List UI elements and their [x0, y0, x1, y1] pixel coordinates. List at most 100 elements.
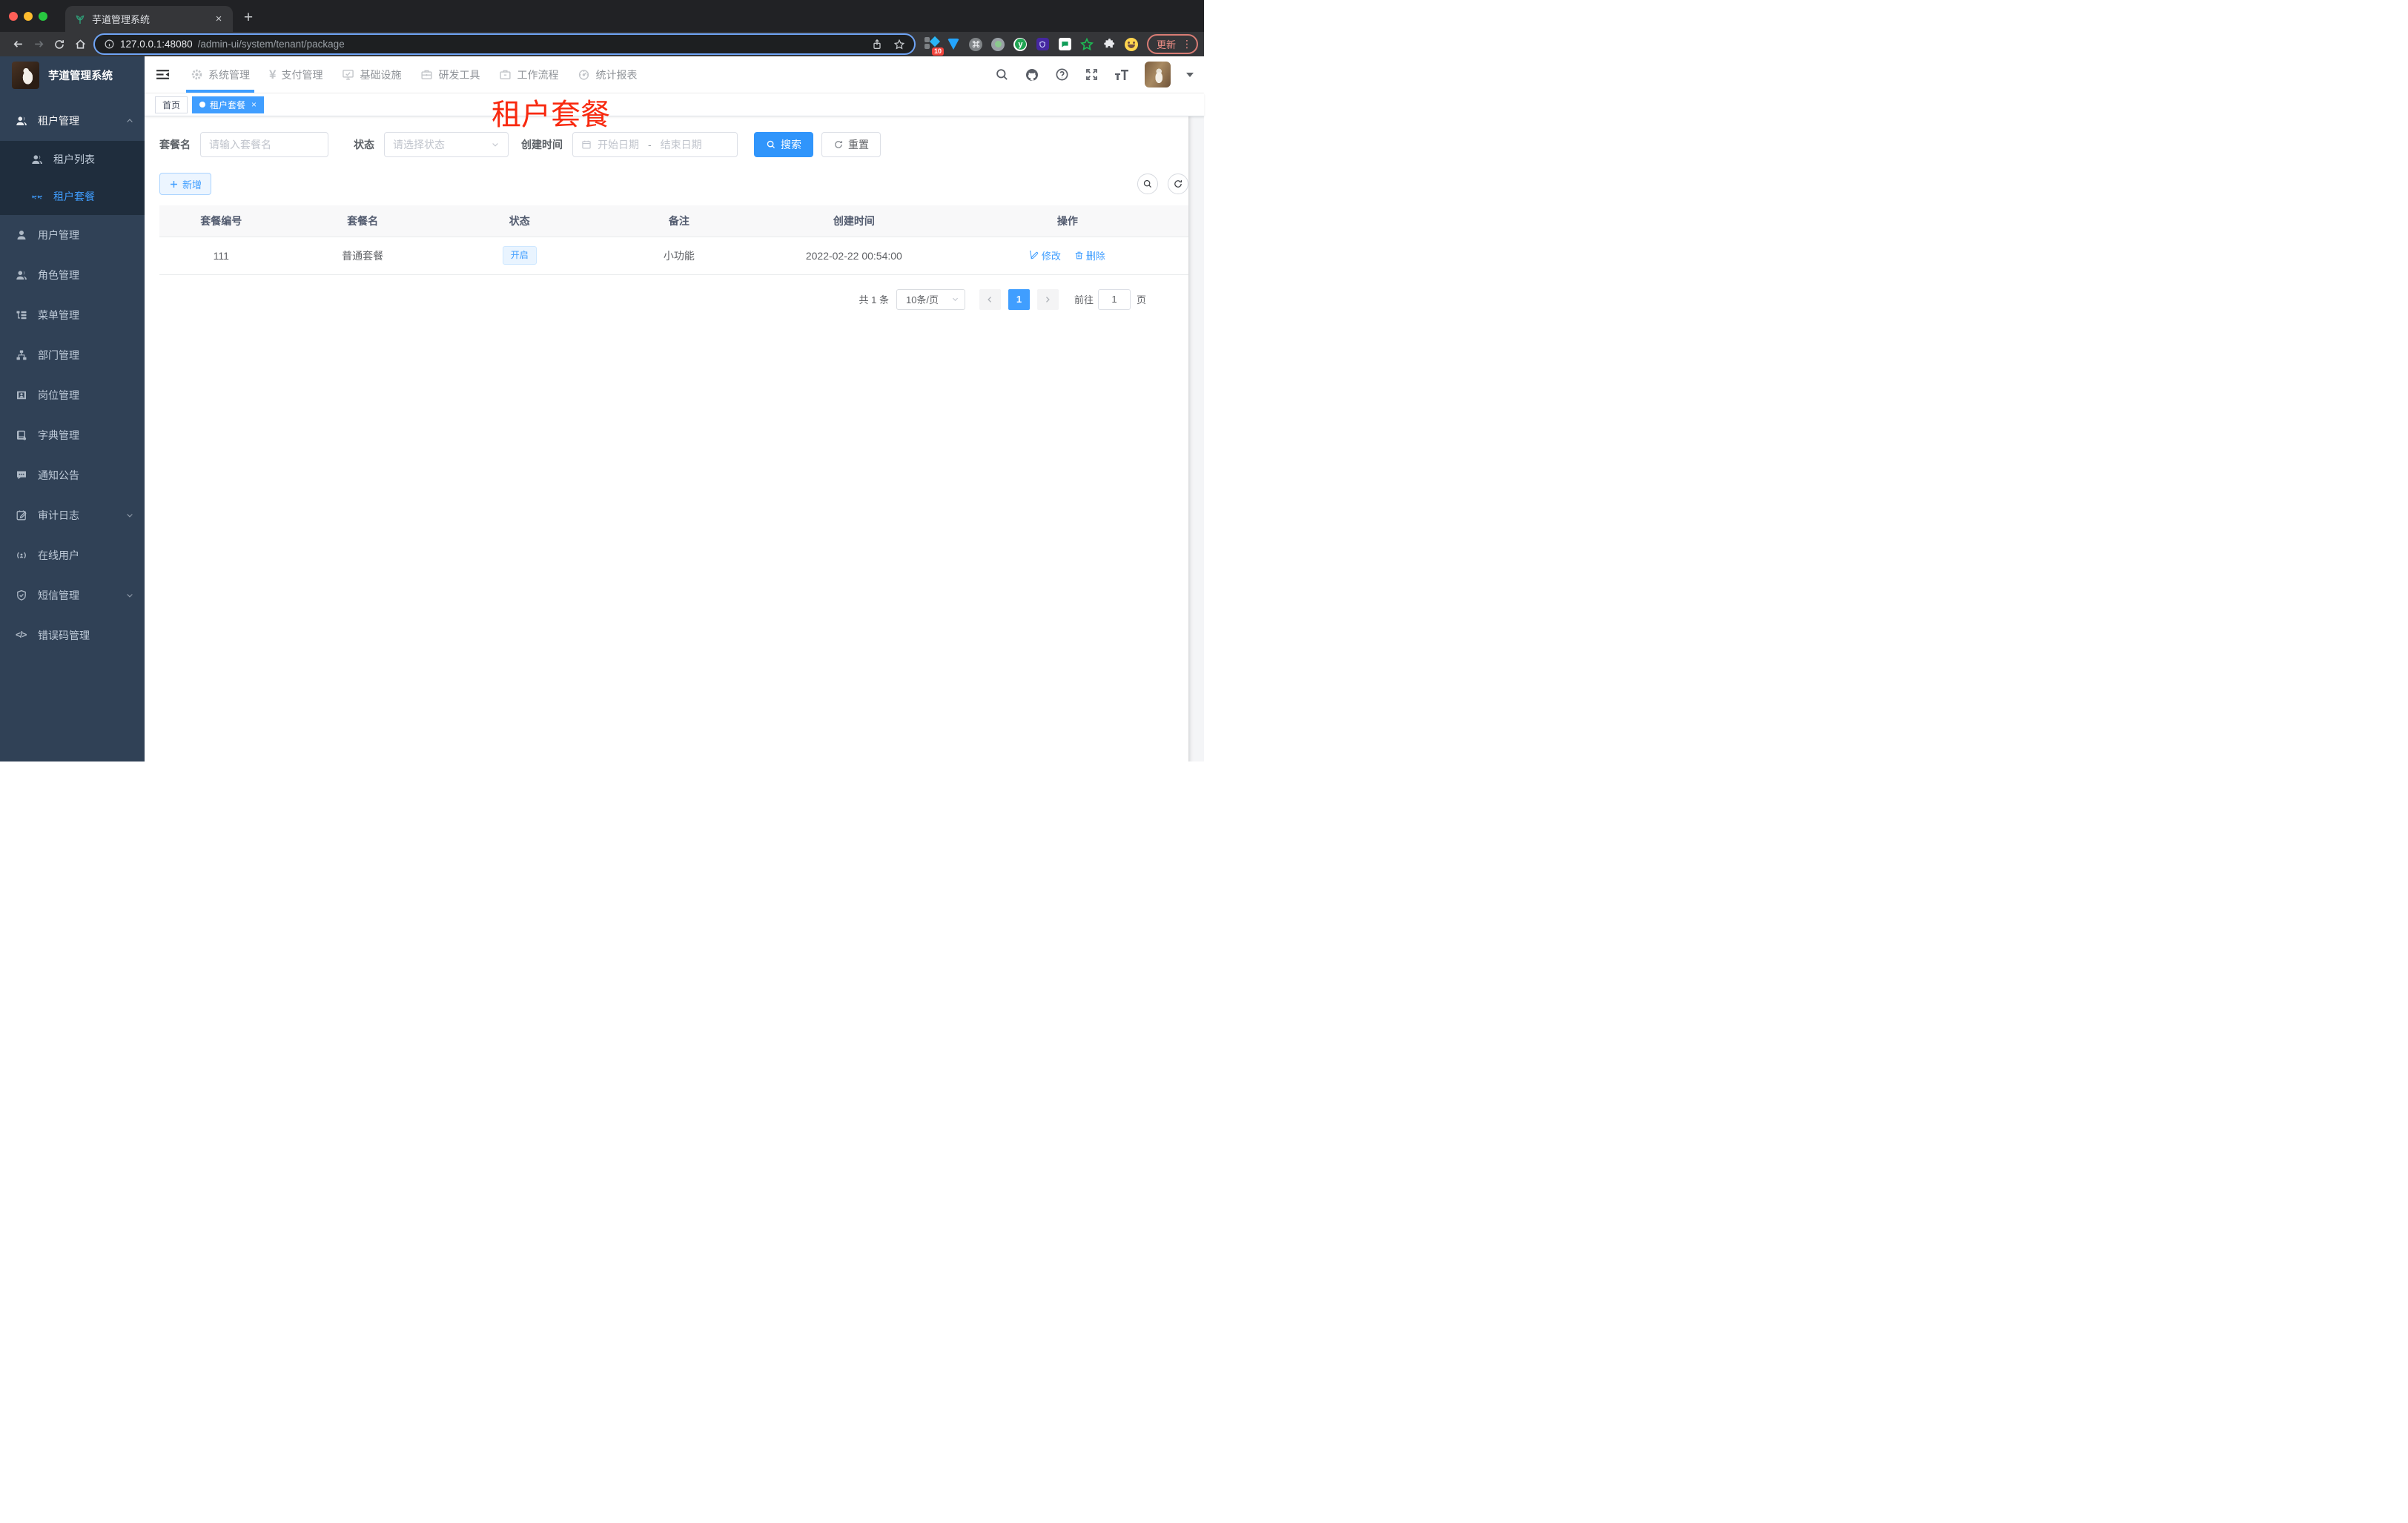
more-vert-icon[interactable]: ⋮	[1182, 38, 1192, 50]
extension-emoji-icon[interactable]	[1125, 37, 1139, 51]
page-number-1[interactable]: 1	[1008, 288, 1030, 310]
sidebar-item-tenant-management[interactable]: 租户管理	[0, 101, 145, 141]
prev-page-button[interactable]	[979, 288, 1001, 310]
dashboard-icon	[578, 68, 590, 81]
font-size-icon[interactable]	[1114, 68, 1129, 82]
browser-update-button[interactable]: 更新 ⋮	[1146, 34, 1198, 54]
delete-label: 删除	[1085, 251, 1105, 262]
sidebar-item-dict-management[interactable]: 字典管理	[0, 415, 145, 455]
top-nav-workflow[interactable]: 工作流程	[489, 56, 568, 93]
close-window-button[interactable]	[9, 11, 18, 21]
extension-shield-drop-icon[interactable]	[947, 37, 961, 51]
edit-link[interactable]: 修改	[1029, 248, 1061, 262]
refresh-icon	[1174, 180, 1182, 188]
reload-button[interactable]	[49, 34, 70, 55]
page-size-select[interactable]: 10条/页	[896, 288, 965, 310]
tab-title: 芋道管理系统	[92, 14, 150, 25]
search-button[interactable]: 搜索	[754, 132, 813, 157]
extension-green-chat-icon[interactable]	[1058, 37, 1072, 51]
extensions-puzzle-icon[interactable]	[1102, 37, 1117, 51]
sidebar-item-online-users[interactable]: 在线用户	[0, 535, 145, 575]
top-nav-statistics-report[interactable]: 统计报表	[568, 56, 646, 93]
goto-page-input[interactable]	[1097, 288, 1131, 310]
tag-tenant-package[interactable]: 租户套餐 ×	[192, 96, 265, 113]
goto-label: 前往	[1074, 294, 1094, 305]
top-nav-label: 研发工具	[438, 68, 480, 81]
extension-purple-shield-icon[interactable]	[1036, 37, 1050, 51]
refresh-table-button[interactable]	[1168, 174, 1188, 194]
avatar-dropdown-caret-icon[interactable]	[1186, 72, 1194, 77]
update-label: 更新	[1156, 39, 1176, 50]
extension-green-dot-icon[interactable]	[991, 37, 1005, 51]
delete-link[interactable]: 删除	[1074, 248, 1105, 262]
bookmark-star-icon[interactable]	[893, 39, 905, 50]
column-header-package-name: 套餐名	[282, 205, 443, 237]
tab-close-icon[interactable]: ×	[212, 13, 225, 26]
app-frame: 芋道管理系统 租户管理 租户列表 租户套餐 用户管理 角色管理 菜单管理 部门管…	[0, 56, 1204, 762]
sidebar-item-role-management[interactable]: 角色管理	[0, 255, 145, 295]
sidebar-item-label: 租户套餐	[53, 191, 95, 202]
top-nav-infrastructure[interactable]: 基础设施	[332, 56, 411, 93]
user-avatar[interactable]	[1145, 62, 1171, 87]
sidebar-item-notice-announcement[interactable]: 通知公告	[0, 455, 145, 495]
code-icon: </>	[16, 630, 27, 640]
status-select[interactable]: 请选择状态	[384, 132, 509, 157]
date-range-picker[interactable]: 开始日期 - 结束日期	[572, 132, 738, 157]
forward-button[interactable]	[28, 34, 49, 55]
sidebar-item-user-management[interactable]: 用户管理	[0, 215, 145, 255]
top-nav-payment-management[interactable]: ¥ 支付管理	[259, 56, 332, 93]
top-nav-label: 统计报表	[595, 68, 638, 81]
sidebar-item-department-management[interactable]: 部门管理	[0, 335, 145, 375]
back-button[interactable]	[7, 34, 28, 55]
sidebar-collapse-icon[interactable]	[145, 67, 181, 82]
sidebar-item-menu-management[interactable]: 菜单管理	[0, 295, 145, 335]
share-icon[interactable]	[871, 39, 883, 50]
extension-green-star-icon[interactable]	[1080, 37, 1094, 51]
search-icon[interactable]	[995, 67, 1009, 82]
home-button[interactable]	[70, 34, 90, 55]
extension-command-icon[interactable]	[969, 37, 983, 51]
column-header-create-time: 创建时间	[761, 205, 947, 237]
maximize-window-button[interactable]	[39, 11, 47, 21]
github-icon[interactable]	[1025, 67, 1039, 82]
reset-button[interactable]: 重置	[821, 132, 881, 157]
toggle-search-button[interactable]	[1137, 174, 1158, 194]
yen-icon: ¥	[269, 67, 277, 82]
top-nav-label: 支付管理	[281, 68, 323, 81]
plus-icon	[171, 180, 177, 188]
site-info-icon[interactable]	[104, 39, 115, 50]
extension-y-icon[interactable]: y	[1013, 37, 1028, 51]
package-name-input[interactable]	[209, 139, 320, 151]
sidebar-item-label: 错误码管理	[38, 630, 90, 641]
sidebar-item-tenant-package[interactable]: 租户套餐	[0, 178, 145, 215]
header-right-tools	[995, 62, 1204, 87]
tag-home[interactable]: 首页	[155, 96, 188, 113]
start-date-placeholder: 开始日期	[598, 139, 639, 151]
sidebar-item-post-management[interactable]: 岗位管理	[0, 375, 145, 415]
extension-blue-diamond-icon[interactable]: 10	[924, 36, 944, 56]
package-table: 套餐编号 套餐名 状态 备注 创建时间 操作 111 普通套餐 开启 小功能 2…	[159, 205, 1188, 275]
sidebar-item-audit-log[interactable]: 审计日志	[0, 495, 145, 535]
new-tab-button[interactable]: +	[237, 7, 259, 29]
top-nav-dev-tools[interactable]: 研发工具	[411, 56, 489, 93]
scrollbar-gutter[interactable]	[1188, 116, 1204, 762]
sidebar-item-error-code-management[interactable]: </> 错误码管理	[0, 615, 145, 655]
top-nav-system-management[interactable]: 系统管理	[181, 56, 259, 93]
browser-tab[interactable]: 芋道管理系统 ×	[65, 6, 233, 32]
peoples-icon	[16, 115, 27, 127]
fullscreen-icon[interactable]	[1085, 67, 1099, 82]
peoples-icon	[16, 269, 27, 281]
help-icon[interactable]	[1055, 67, 1069, 82]
id-badge-icon	[16, 389, 27, 401]
url-bar[interactable]: 127.0.0.1:48080 /admin-ui/system/tenant/…	[93, 33, 916, 55]
sidebar-logo-row[interactable]: 芋道管理系统	[0, 56, 145, 93]
next-page-button[interactable]	[1036, 288, 1059, 310]
sidebar-item-sms-management[interactable]: 短信管理	[0, 575, 145, 615]
minimize-window-button[interactable]	[24, 11, 33, 21]
log-notepad-icon	[16, 509, 27, 521]
add-button[interactable]: 新增	[159, 173, 212, 195]
sidebar-item-tenant-list[interactable]: 租户列表	[0, 141, 145, 178]
browser-toolbar: 127.0.0.1:48080 /admin-ui/system/tenant/…	[0, 32, 1204, 56]
tag-close-icon[interactable]: ×	[251, 99, 257, 110]
peoples-icon	[31, 153, 43, 165]
